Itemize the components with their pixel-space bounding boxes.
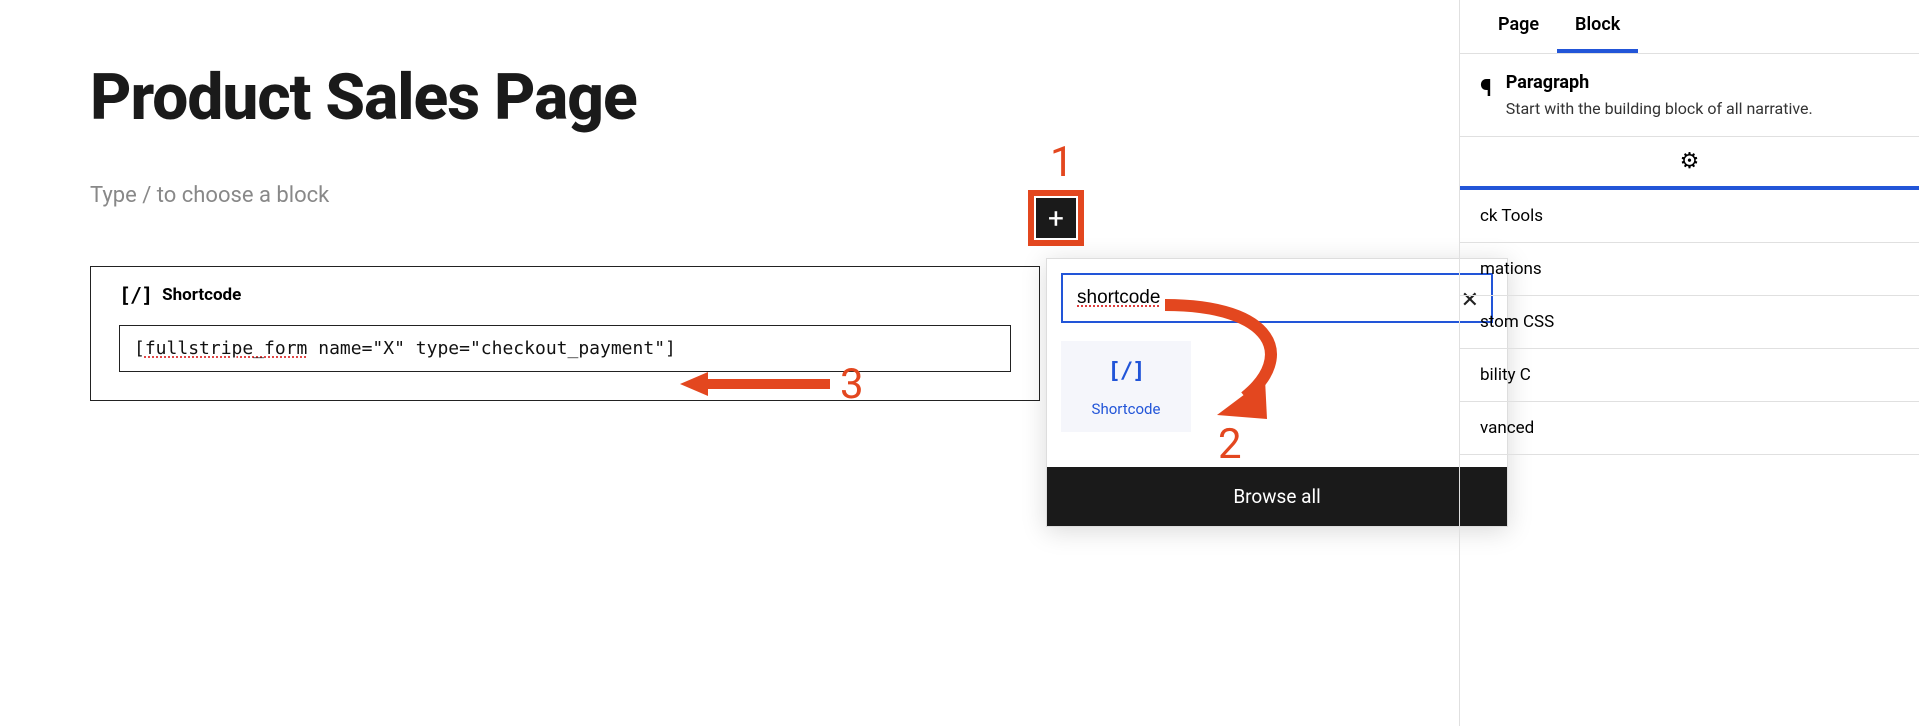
paragraph-icon: ¶ — [1480, 72, 1492, 118]
annotation-3: 3 — [840, 360, 864, 409]
sidebar-tabs: Page Block — [1460, 0, 1919, 54]
sidebar-section-block-tools[interactable]: ck Tools — [1460, 190, 1919, 243]
annotation-1: 1 — [1050, 138, 1074, 187]
sidebar-section-vanced[interactable]: vanced — [1460, 402, 1919, 455]
sidebar-section-bility[interactable]: bility C — [1460, 349, 1919, 402]
editor-canvas: Product Sales Page Type / to choose a bl… — [90, 60, 1090, 401]
add-block-button[interactable]: + — [1036, 198, 1076, 238]
shortcode-block-header: [/] Shortcode — [119, 283, 1011, 307]
gear-icon: ⚙ — [1680, 149, 1700, 174]
shortcode-block[interactable]: [/] Shortcode [fullstripe_form name="X" … — [90, 266, 1040, 401]
sidebar-block-info: ¶ Paragraph Start with the building bloc… — [1460, 54, 1919, 137]
block-info-description: Start with the building block of all nar… — [1506, 99, 1813, 118]
sidebar-settings-tab[interactable]: ⚙ — [1460, 137, 1919, 190]
annotation-arrow-2 — [1125, 297, 1305, 437]
block-info-title: Paragraph — [1506, 72, 1813, 93]
annotation-arrow-3 — [680, 370, 830, 398]
sidebar-section-mations[interactable]: mations — [1460, 243, 1919, 296]
tab-block[interactable]: Block — [1557, 0, 1638, 53]
shortcode-icon: [/] — [119, 283, 152, 307]
block-placeholder[interactable]: Type / to choose a block — [90, 183, 1090, 208]
page-title[interactable]: Product Sales Page — [90, 60, 1090, 135]
tab-page[interactable]: Page — [1480, 0, 1557, 53]
browse-all-button[interactable]: Browse all — [1047, 467, 1507, 526]
annotation-highlight-1: + — [1028, 190, 1084, 246]
shortcode-block-label: Shortcode — [162, 285, 241, 305]
sidebar-section-custom-css[interactable]: stom CSS — [1460, 296, 1919, 349]
settings-sidebar: Page Block ¶ Paragraph Start with the bu… — [1459, 0, 1919, 726]
shortcode-input[interactable]: [fullstripe_form name="X" type="checkout… — [119, 325, 1011, 372]
